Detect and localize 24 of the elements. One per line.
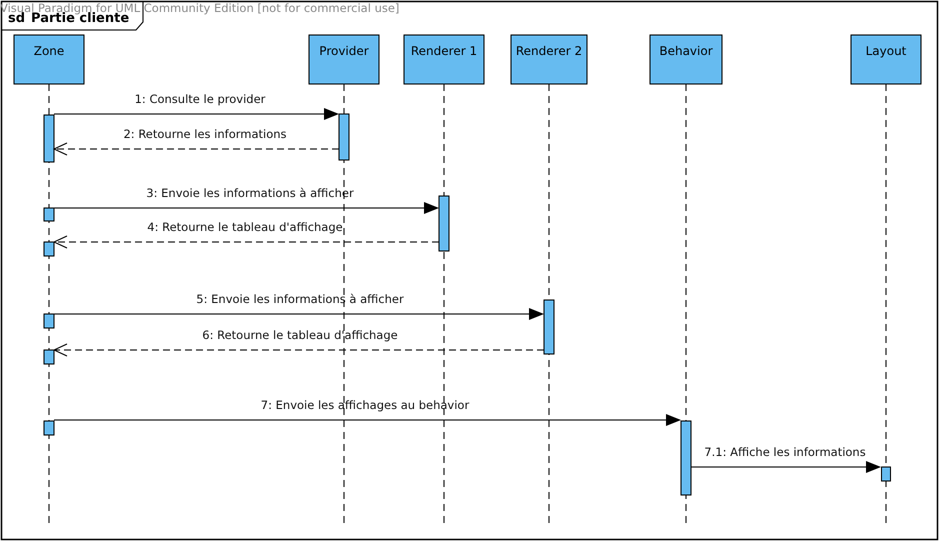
activation-bar (44, 208, 54, 222)
message-label: 6: Retourne le tableau d'affichage (202, 328, 398, 342)
activation-bar (338, 114, 350, 160)
participant-box: Provider (308, 34, 380, 84)
participant-box: Zone (14, 34, 84, 84)
activation-bar (438, 196, 450, 252)
activation-bar (44, 350, 54, 364)
message-label: 5: Envoie les informations à afficher (196, 292, 404, 306)
activation-bar (44, 314, 54, 328)
message-label: 7.1: Affiche les informations (704, 445, 866, 459)
participant-box: Renderer 1 (404, 34, 484, 84)
activation-bar (44, 420, 54, 436)
message-label: 2: Retourne les informations (123, 127, 287, 141)
participant-box: Layout (850, 34, 922, 84)
message-label: 1: Consulte le provider (134, 92, 266, 106)
message-label: 7: Envoie les affichages au behavior (260, 398, 470, 412)
activation-bar (881, 466, 891, 482)
participant-box: Renderer 2 (510, 34, 588, 84)
message-label: 4: Retourne le tableau d'affichage (147, 220, 343, 234)
message-label: 3: Envoie les informations à afficher (146, 186, 354, 200)
activation-bar (44, 242, 54, 256)
activation-bar (44, 114, 54, 162)
activation-bar (544, 300, 554, 354)
participant-box: Behavior (650, 34, 722, 84)
